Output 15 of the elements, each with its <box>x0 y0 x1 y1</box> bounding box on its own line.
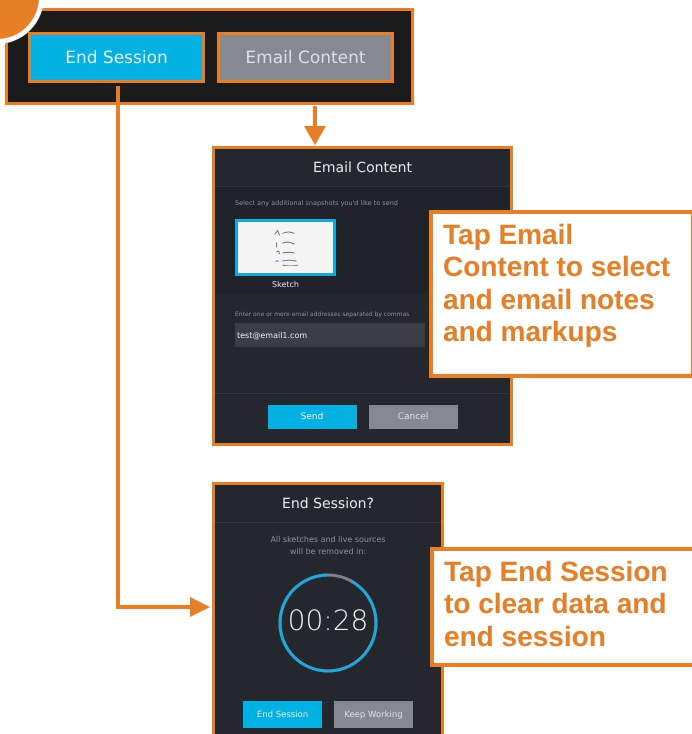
snapshot-label: Sketch <box>272 280 299 289</box>
toolbar-button[interactable]: Email Content <box>217 32 394 83</box>
dialog-title: End Session? <box>215 485 441 523</box>
email-address-field[interactable]: test@email1.com <box>235 323 425 347</box>
dialog-button[interactable]: Send <box>268 405 356 429</box>
dialog-button[interactable]: Keep Working <box>334 701 413 728</box>
handwriting-drawing <box>274 230 298 266</box>
warning-message: All sketches and live sources will be removed in: <box>269 534 387 558</box>
sketch-thumbnail[interactable] <box>235 219 336 276</box>
callout-text: Tap Email Content to select and email notes and markups <box>429 210 692 378</box>
callout-text: Tap End Session to clear data and end session <box>430 547 692 667</box>
countdown-time: 00:28 <box>286 604 370 638</box>
dialog-button[interactable]: Cancel <box>368 405 458 429</box>
dialog-button[interactable]: End Session <box>243 701 322 728</box>
toolbar-button[interactable]: End Session <box>28 32 205 83</box>
